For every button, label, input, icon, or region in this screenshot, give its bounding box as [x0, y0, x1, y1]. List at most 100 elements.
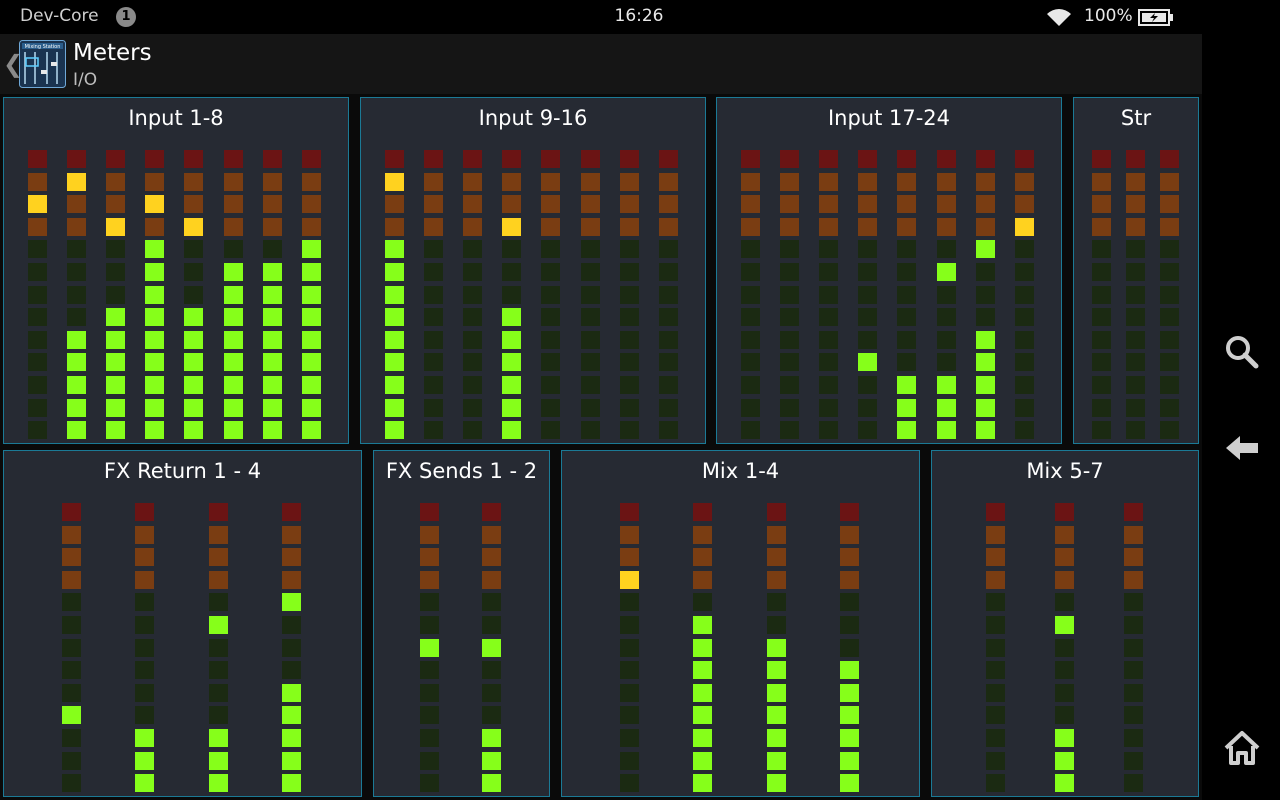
meter-segment [385, 150, 404, 168]
meter-segment [840, 548, 859, 566]
meter-segment [67, 353, 86, 371]
meter-segment [282, 706, 301, 724]
meter-panel-input-17-24[interactable]: Input 17-24 [716, 97, 1062, 444]
meter-segment [1092, 195, 1111, 213]
meter-panel-mix-5-7[interactable]: Mix 5-7 [931, 450, 1199, 797]
meter-segment [840, 729, 859, 747]
meter-segment [693, 616, 712, 634]
meter-segment [463, 263, 482, 281]
meter-segment [1126, 399, 1145, 417]
meter-panel-mix-1-4[interactable]: Mix 1-4 [561, 450, 920, 797]
meter-segment [62, 639, 81, 657]
meter-segment [1015, 399, 1034, 417]
meter-segment [1092, 399, 1111, 417]
meter-segment [1160, 218, 1179, 236]
meter-segment [1160, 263, 1179, 281]
meter-segment [420, 571, 439, 589]
meter-segment [28, 376, 47, 394]
meter-segment [858, 286, 877, 304]
meter-segment [385, 421, 404, 439]
meter-segment [106, 353, 125, 371]
meter-segment [28, 218, 47, 236]
meter-segment [1055, 548, 1074, 566]
meter-segment [420, 752, 439, 770]
meter-segment [282, 526, 301, 544]
meter-segment [541, 195, 560, 213]
meter-segment [302, 263, 321, 281]
search-icon[interactable] [1220, 330, 1264, 374]
meter-segment [1126, 195, 1145, 213]
meter-segment [263, 331, 282, 349]
meter-segment [62, 503, 81, 521]
panel-title: Mix 1-4 [701, 459, 780, 483]
meter-panel-input-9-16[interactable]: Input 9-16 [360, 97, 706, 444]
meter-segment [693, 526, 712, 544]
meter-segment [184, 218, 203, 236]
meter-segment [620, 548, 639, 566]
meter-segment [620, 774, 639, 792]
meter-segment [1092, 286, 1111, 304]
meter-segment [263, 240, 282, 258]
meter-segment [184, 195, 203, 213]
back-arrow-icon[interactable] [1220, 426, 1264, 470]
meter-segment [420, 684, 439, 702]
meter-segment [976, 376, 995, 394]
meter-segment [424, 331, 443, 349]
meter-segment [424, 150, 443, 168]
meter-segment [858, 263, 877, 281]
panel-title: Str [1120, 106, 1152, 130]
meter-segment [780, 240, 799, 258]
meter-segment [282, 752, 301, 770]
mixing-station-app-icon[interactable]: Mixing Station [19, 40, 66, 88]
meter-segment [424, 173, 443, 191]
meter-segment [67, 240, 86, 258]
meter-segment [209, 503, 228, 521]
meter-segment [741, 331, 760, 349]
meter-segment [840, 503, 859, 521]
meter-segment [780, 421, 799, 439]
meter-segment [1124, 571, 1143, 589]
meter-segment [741, 195, 760, 213]
home-icon[interactable] [1220, 726, 1264, 770]
meter-segment [1126, 218, 1145, 236]
meter-segment [224, 240, 243, 258]
meter-panel-fx-return-1-4[interactable]: FX Return 1 - 4 [3, 450, 362, 797]
meter-panel-fx-sends-1-2[interactable]: FX Sends 1 - 2 [373, 450, 550, 797]
meter-segment [767, 684, 786, 702]
meter-segment [302, 286, 321, 304]
meter-segment [976, 173, 995, 191]
meter-segment [659, 331, 678, 349]
meter-segment [1092, 331, 1111, 349]
panel-title: FX Sends 1 - 2 [385, 459, 538, 483]
meter-segment [209, 729, 228, 747]
meter-segment [385, 286, 404, 304]
meter-segment [28, 173, 47, 191]
meter-panel-str[interactable]: Str [1073, 97, 1199, 444]
meter-panel-input-1-8[interactable]: Input 1-8 [3, 97, 349, 444]
meter-segment [424, 308, 443, 326]
meter-segment [106, 240, 125, 258]
meter-segment [986, 684, 1005, 702]
meter-segment [263, 263, 282, 281]
meter-segment [620, 263, 639, 281]
meter-segment [693, 593, 712, 611]
meter-segment [282, 571, 301, 589]
meter-segment [463, 286, 482, 304]
meter-segment [1124, 616, 1143, 634]
meter-segment [135, 503, 154, 521]
meter-segment [620, 571, 639, 589]
meter-segment [741, 353, 760, 371]
meter-segment [106, 218, 125, 236]
meter-segment [541, 399, 560, 417]
meter-segment [145, 173, 164, 191]
meter-segment [780, 353, 799, 371]
meter-segment [780, 218, 799, 236]
meter-segment [659, 173, 678, 191]
meter-segment [463, 376, 482, 394]
meter-segment [840, 684, 859, 702]
meter-segment [482, 729, 501, 747]
meter-segment [780, 263, 799, 281]
meter-segment [1015, 331, 1034, 349]
meter-segment [767, 639, 786, 657]
meter-segment [620, 353, 639, 371]
